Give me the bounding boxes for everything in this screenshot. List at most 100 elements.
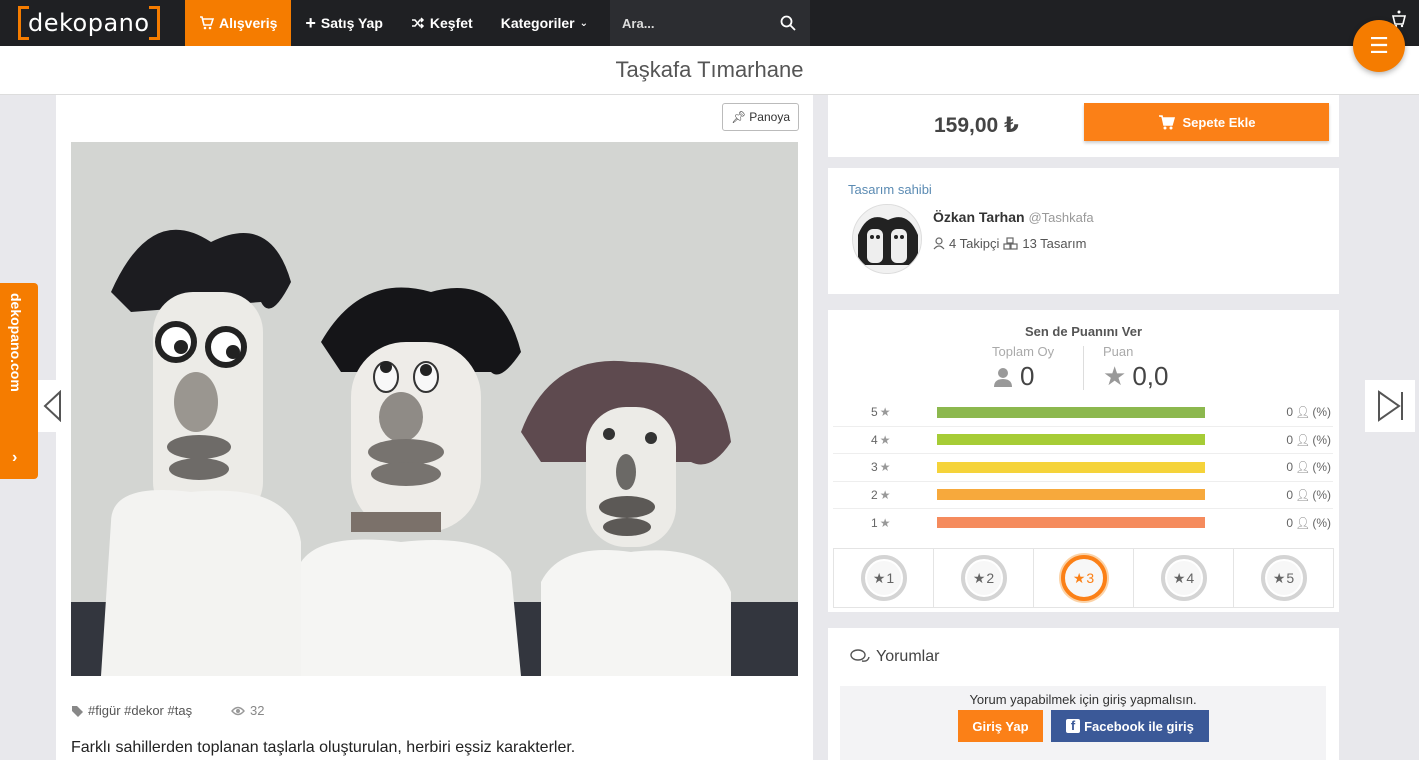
search-icon[interactable] [780,15,796,31]
rating-bar [937,406,1205,418]
menu-fab-button[interactable]: ☰ [1353,20,1405,72]
price-card: 159,00 ₺ Sepete Ekle [828,95,1339,157]
plus-icon: + [305,12,316,33]
star-icon: ★ [879,487,891,502]
rating-bar [937,434,1205,446]
user-icon: 👤︎ [1295,460,1311,475]
hamburger-icon: ☰ [1369,33,1389,58]
tag-icon [72,705,83,717]
eye-icon [231,706,245,715]
owner-section-label: Tasarım sahibi [848,182,932,197]
logo[interactable]: dekopano [0,0,185,46]
pushpin-icon: 📌︎ [731,110,747,124]
designs-count[interactable]: 13 Tasarım [1022,236,1086,251]
product-description: Farklı sahillerden toplanan taşlarla olu… [71,739,576,756]
rate-button-5[interactable]: ★ 5 [1234,549,1333,607]
previous-icon [43,390,61,422]
rating-bar-row: 1 ★ 0 👤︎ (%) [833,509,1333,537]
logo-text: dekopano [18,6,160,40]
nav-sell[interactable]: + Satış Yap [291,0,397,46]
rate-buttons: ★ 1 ★ 2 ★ 3 ★ 4 ★ 5 [833,548,1334,608]
pin-label: Panoya [749,110,790,124]
rating-bar-row: 2 ★ 0 👤︎ (%) [833,482,1333,509]
views-value: 32 [250,703,265,718]
star-icon: ★ [1272,569,1286,586]
price: 159,00 ₺ [934,114,1019,137]
rating-bar-row: 3 ★ 0 👤︎ (%) [833,454,1333,482]
add-to-cart-button[interactable]: Sepete Ekle [1084,103,1329,141]
rating-bar [937,517,1205,529]
shuffle-icon [411,17,424,29]
cart-icon [200,16,214,30]
next-icon [1378,390,1403,422]
avatar[interactable] [852,204,922,274]
user-icon: 👤︎ [1295,432,1311,447]
product-panel: 📌︎ Panoya #figür #dekor #taş 32 Farklı s… [56,95,813,760]
owner-handle[interactable]: @Tashkafa [1028,210,1093,225]
rating-row-stars: 5 [871,405,878,420]
rating-row-count: 0 [1286,405,1294,420]
rate-button-4[interactable]: ★ 4 [1134,549,1234,607]
top-navbar: dekopano Alışveriş + Satış Yap Keşfet Ka… [0,0,1419,46]
nav-shopping[interactable]: Alışveriş [185,0,292,46]
rate-button-label: 3 [1086,570,1095,586]
cubes-icon [1003,237,1018,250]
title-bar: Taşkafa Tımarhane [0,46,1419,95]
product-image[interactable] [71,142,798,676]
rating-row-pct: (%) [1312,432,1331,447]
login-button[interactable]: Giriş Yap [958,710,1043,742]
rate-button-1[interactable]: ★ 1 [834,549,934,607]
cart-icon [1158,114,1175,129]
nav-categories-label: Kategoriler [500,15,575,31]
rate-button-3[interactable]: ★ 3 [1034,549,1134,607]
user-icon [933,237,945,250]
login-message: Yorum yapabilmek için giriş yapmalısın. [969,692,1197,707]
score: Puan ★ 0,0 [1103,344,1168,392]
next-button[interactable] [1365,380,1415,432]
facebook-icon: f [1066,718,1081,733]
previous-button[interactable] [38,380,66,432]
rating-bars: 5 ★ 0 👤︎ (%) 4 ★ 0 👤︎ (%) 3 ★ 0 👤︎ (%) 2 ★ 0 👤︎ (%) … [833,399,1333,537]
star-icon: ★ [1072,569,1086,586]
rate-button-label: 5 [1286,570,1295,586]
nav-explore[interactable]: Keşfet [397,0,487,46]
login-prompt: Yorum yapabilmek için giriş yapmalısın. … [840,686,1326,760]
facebook-login-button[interactable]: f Facebook ile giriş [1051,710,1209,742]
owner-name-text[interactable]: Özkan Tarhan [933,209,1025,225]
rating-row-stars: 2 [871,487,878,502]
user-icon: 👤︎ [1295,487,1311,502]
rating-row-count: 0 [1286,515,1294,530]
rate-button-label: 1 [886,570,895,586]
nav-sell-label: Satış Yap [320,15,383,31]
score-label: Puan [1103,344,1134,359]
user-icon: 👤︎ [1295,515,1311,530]
rating-bar [937,489,1205,501]
pin-to-board-button[interactable]: 📌︎ Panoya [722,103,799,131]
rating-row-stars: 4 [871,432,878,447]
comments-title: Yorumlar [876,648,940,665]
star-icon: ★ [879,405,891,420]
star-icon: ★ [879,460,891,475]
tag-list[interactable]: #figür #dekor #taş [71,703,192,718]
star-icon: ★ [1103,361,1127,391]
star-icon: ★ [972,569,986,586]
rate-button-label: 4 [1186,570,1195,586]
rating-bar-row: 4 ★ 0 👤︎ (%) [833,427,1333,454]
nav-explore-label: Keşfet [429,15,473,31]
rating-title: Sen de Puanını Ver [1024,324,1143,339]
rating-row-stars: 1 [871,515,878,530]
user-icon: 👤︎ [1295,405,1311,420]
brand-side-tab[interactable]: dekopano.com › [0,283,38,479]
tags-text[interactable]: #figür #dekor #taş [88,703,192,718]
search-input[interactable]: Ara... [610,0,811,46]
nav-categories[interactable]: Kategoriler ⌄ [487,0,602,46]
view-count: 32 [231,703,264,718]
user-icon [994,367,1012,387]
nav-shopping-label: Alışveriş [219,15,278,31]
owner-name[interactable]: Özkan Tarhan @Tashkafa [933,209,1094,225]
rate-button-2[interactable]: ★ 2 [934,549,1034,607]
rating-card: Sen de Puanını Ver Toplam Oy 0 Puan ★ 0,… [828,310,1339,612]
followers-count[interactable]: 4 Takipçi [949,236,999,251]
facebook-login-label: Facebook ile giriş [1084,718,1194,734]
rate-button-label: 2 [986,570,995,586]
